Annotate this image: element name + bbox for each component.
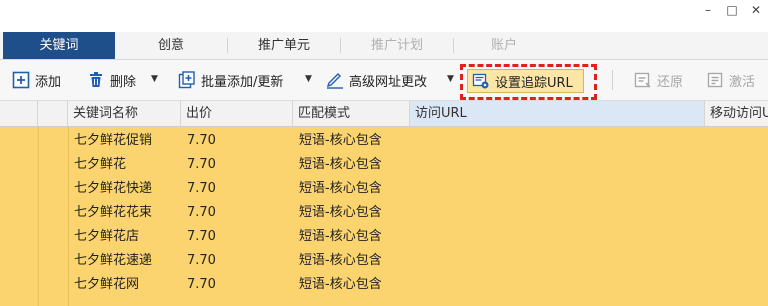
column-header-keyword[interactable]: 关键词名称 (68, 101, 181, 126)
match-type-cell[interactable]: 短语-核心包含 (299, 225, 382, 249)
table-row[interactable]: 七夕鲜花促销 7.70 短语-核心包含 (0, 129, 768, 153)
bid-cell[interactable]: 7.70 (187, 177, 216, 201)
match-type-cell[interactable]: 短语-核心包含 (299, 201, 382, 225)
bid-cell[interactable]: 7.70 (187, 153, 216, 177)
match-type-cell[interactable]: 短语-核心包含 (299, 153, 382, 177)
row-selector-header[interactable] (0, 101, 38, 126)
url-settings-icon (472, 72, 490, 90)
toolbar: 添加 删除 ▼ 批量添加/更新 ▼ 高级网址更改 ▼ 还原 激活 (0, 60, 768, 101)
status-column-header[interactable] (38, 101, 68, 126)
activate-button[interactable]: 激活 (706, 69, 755, 91)
set-tracking-url-label: 设置追踪URL (495, 75, 573, 91)
advanced-url-change-label: 高级网址更改 (349, 74, 428, 90)
keyword-cell[interactable]: 七夕鲜花店 (74, 225, 139, 249)
tab-creatives[interactable]: 创意 (115, 32, 227, 59)
tab-bar: 关键词 创意 推广单元 推广计划 账户 (0, 32, 768, 60)
match-type-cell[interactable]: 短语-核心包含 (299, 249, 382, 273)
bulk-add-dropdown-chevron-icon[interactable]: ▼ (305, 74, 312, 84)
minimize-button[interactable]: – (697, 2, 719, 18)
restore-label: 还原 (657, 74, 684, 90)
restore-button[interactable]: 还原 (634, 69, 683, 91)
restore-icon (634, 71, 652, 89)
keyword-cell[interactable]: 七夕鲜花 (74, 153, 126, 177)
table-body: 七夕鲜花促销 7.70 短语-核心包含 七夕鲜花 7.70 短语-核心包含 七夕… (0, 127, 768, 306)
column-header-mobile-url[interactable]: 移动访问U (705, 101, 768, 126)
bid-cell[interactable]: 7.70 (187, 201, 216, 225)
plus-box-icon (12, 71, 30, 89)
title-bar: – □ ✕ (0, 0, 768, 22)
keyword-cell[interactable]: 七夕鲜花网 (74, 273, 139, 297)
bulk-add-label: 批量添加/更新 (201, 74, 284, 90)
bulk-add-button[interactable]: 批量添加/更新 (178, 69, 283, 91)
maximize-button[interactable]: □ (721, 2, 743, 18)
activate-label: 激活 (729, 74, 756, 90)
table-row[interactable]: 七夕鲜花 7.70 短语-核心包含 (0, 153, 768, 177)
keyword-cell[interactable]: 七夕鲜花花束 (74, 201, 152, 225)
add-label: 添加 (35, 74, 62, 90)
advanced-url-dropdown-chevron-icon[interactable]: ▼ (447, 74, 454, 84)
add-button[interactable]: 添加 (12, 69, 61, 91)
bid-cell[interactable]: 7.70 (187, 273, 216, 297)
bulk-add-icon (178, 71, 196, 89)
pencil-url-icon (326, 71, 344, 89)
column-header-bid[interactable]: 出价 (181, 101, 293, 126)
match-type-cell[interactable]: 短语-核心包含 (299, 273, 382, 297)
tab-keywords[interactable]: 关键词 (3, 32, 115, 59)
table-row[interactable]: 七夕鲜花速递 7.70 短语-核心包含 (0, 249, 768, 273)
table-row[interactable]: 七夕鲜花店 7.70 短语-核心包含 (0, 225, 768, 249)
table-row[interactable]: 七夕鲜花花束 7.70 短语-核心包含 (0, 201, 768, 225)
column-header-match-type[interactable]: 匹配模式 (293, 101, 410, 126)
column-header-visit-url[interactable]: 访问URL (410, 101, 705, 126)
bid-cell[interactable]: 7.70 (187, 225, 216, 249)
keyword-cell[interactable]: 七夕鲜花快递 (74, 177, 152, 201)
delete-label: 删除 (110, 74, 137, 90)
activate-icon (706, 71, 724, 89)
set-tracking-url-button[interactable]: 设置追踪URL (467, 69, 584, 93)
trash-icon (87, 71, 105, 89)
delete-button[interactable]: 删除 (87, 69, 136, 91)
table-row[interactable]: 七夕鲜花快递 7.70 短语-核心包含 (0, 177, 768, 201)
bid-cell[interactable]: 7.70 (187, 129, 216, 153)
keyword-cell[interactable]: 七夕鲜花促销 (74, 129, 152, 153)
toolbar-divider (612, 70, 613, 90)
tab-ad-groups[interactable]: 推广单元 (228, 32, 340, 59)
bid-cell[interactable]: 7.70 (187, 249, 216, 273)
table-header: 关键词名称 出价 匹配模式 访问URL 移动访问U (0, 101, 768, 127)
table-row[interactable]: 七夕鲜花网 7.70 短语-核心包含 (0, 273, 768, 297)
match-type-cell[interactable]: 短语-核心包含 (299, 129, 382, 153)
close-button[interactable]: ✕ (745, 2, 767, 18)
keyword-cell[interactable]: 七夕鲜花速递 (74, 249, 152, 273)
tab-campaigns[interactable]: 推广计划 (341, 32, 453, 59)
match-type-cell[interactable]: 短语-核心包含 (299, 177, 382, 201)
grid-divider (68, 127, 69, 306)
grid-divider (38, 127, 39, 306)
delete-dropdown-chevron-icon[interactable]: ▼ (151, 74, 158, 84)
tab-account[interactable]: 账户 (454, 32, 554, 59)
advanced-url-change-button[interactable]: 高级网址更改 (326, 69, 427, 91)
